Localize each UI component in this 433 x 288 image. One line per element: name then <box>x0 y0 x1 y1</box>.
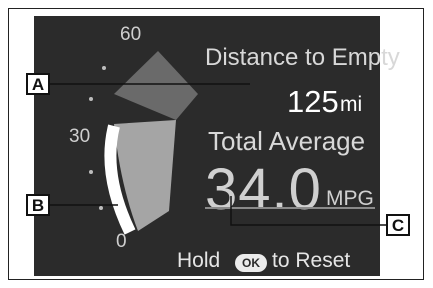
callout-label-b: B <box>26 194 50 216</box>
callout-label-a: A <box>26 73 50 95</box>
callout-leaders <box>48 83 386 226</box>
leader-line-c <box>230 196 386 226</box>
callout-label-c: C <box>386 214 410 236</box>
